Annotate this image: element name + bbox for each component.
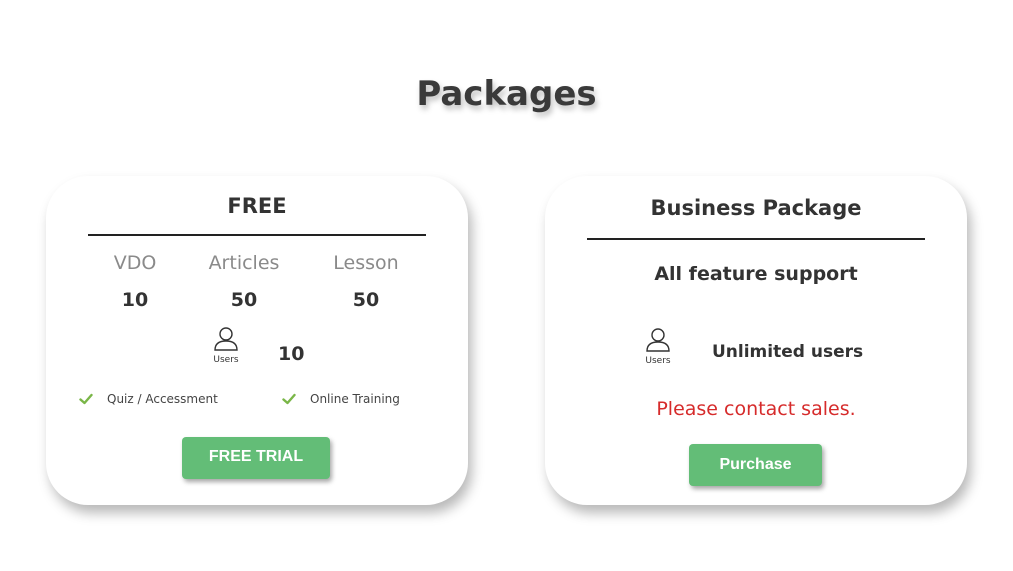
feature-quiz: Quiz / Accessment [79,392,218,406]
check-icon [79,393,93,405]
business-users-block: Users [638,327,678,366]
feature-online-training: Online Training [282,392,400,406]
stat-value-articles: 50 [230,289,258,311]
free-users-count: 10 [278,343,305,365]
user-icon [646,328,670,352]
stat-label-articles: Articles [208,252,280,274]
feature-quiz-label: Quiz / Accessment [107,392,218,406]
free-users-block: Users [206,326,246,365]
business-users-caption: Users [645,356,671,366]
business-package-card: Business Package All feature support Use… [545,176,967,505]
check-icon [282,393,296,405]
stat-value-lesson: 50 [352,289,380,311]
business-card-title: Business Package [650,196,862,220]
contact-sales-text: Please contact sales. [656,398,856,420]
free-trial-button[interactable]: FREE TRIAL [182,437,330,479]
free-card-divider [88,234,426,236]
user-icon [214,327,238,351]
business-card-divider [587,238,925,240]
stat-label-vdo: VDO [113,252,157,274]
business-users-text: Unlimited users [712,342,864,362]
page-title: Packages [416,74,597,114]
feature-online-training-label: Online Training [310,392,400,406]
stat-value-vdo: 10 [121,289,149,311]
purchase-button[interactable]: Purchase [689,444,822,486]
free-card-title: FREE [227,194,287,218]
free-package-card: FREE VDO Articles Lesson 10 50 50 Users … [46,176,468,505]
stat-label-lesson: Lesson [333,252,399,274]
free-users-caption: Users [213,355,239,365]
business-subtitle: All feature support [654,263,858,285]
